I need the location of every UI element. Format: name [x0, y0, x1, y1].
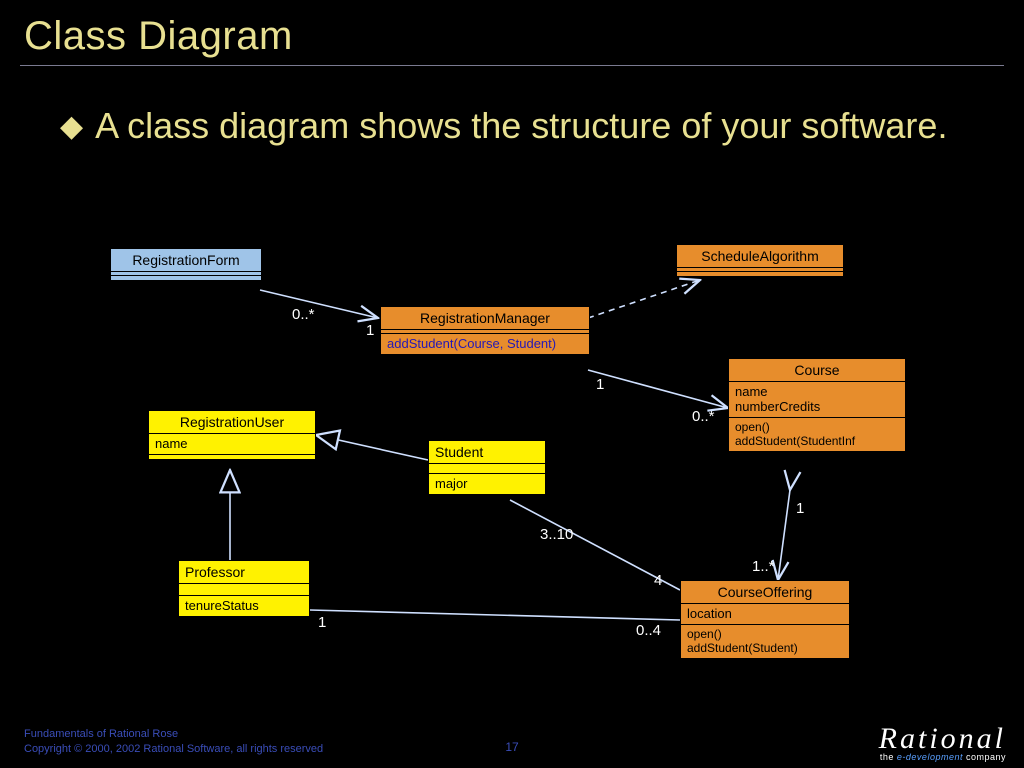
page-number: 17 — [505, 740, 518, 754]
class-professor: Professor tenureStatus — [178, 560, 310, 617]
logo-tagline: the e-development company — [879, 752, 1006, 762]
mult-prof-co-to: 0..4 — [636, 622, 661, 639]
class-registration-manager: RegistrationManager addStudent(Course, S… — [380, 306, 590, 355]
class-attr: name — [149, 434, 315, 455]
mult-rf-rm-to: 1 — [366, 322, 374, 339]
mult-rm-course-from: 1 — [596, 376, 604, 393]
class-name: Course — [729, 359, 905, 382]
class-name: RegistrationManager — [381, 307, 589, 330]
class-name: RegistrationUser — [149, 411, 315, 434]
footer-line2: Copyright © 2000, 2002 Rational Software… — [24, 742, 323, 756]
logo-brand: Rational — [879, 722, 1006, 756]
class-student: Student major — [428, 440, 546, 495]
mult-course-co-to: 1..* — [752, 558, 775, 575]
class-name: CourseOffering — [681, 581, 849, 604]
class-name: RegistrationForm — [111, 249, 261, 272]
class-schedule-algorithm: ScheduleAlgorithm — [676, 244, 844, 277]
class-ops: open() addStudent(StudentInf — [729, 418, 905, 451]
class-registration-user: RegistrationUser name — [148, 410, 316, 460]
class-registration-form: RegistrationForm — [110, 248, 262, 281]
mult-student-co: 3..10 — [540, 526, 573, 543]
class-attr: major — [429, 474, 545, 494]
mult-prof-co-from: 1 — [318, 614, 326, 631]
class-name: Professor — [179, 561, 309, 584]
class-name: ScheduleAlgorithm — [677, 245, 843, 268]
class-attr: location — [681, 604, 849, 625]
class-ops: open() addStudent(Student) — [681, 625, 849, 658]
class-course: Course name numberCredits open() addStud… — [728, 358, 906, 452]
footer-line1: Fundamentals of Rational Rose — [24, 727, 323, 741]
rational-logo: Rational the e-development company — [879, 722, 1006, 762]
mult-rf-rm-from: 0..* — [292, 306, 315, 323]
class-name: Student — [429, 441, 545, 464]
mult-co-student: 4 — [654, 572, 662, 589]
class-attr: tenureStatus — [179, 596, 309, 616]
class-diagram: RegistrationForm RegistrationManager add… — [0, 0, 1024, 768]
mult-course-co-from: 1 — [796, 500, 804, 517]
footer: Fundamentals of Rational Rose Copyright … — [24, 727, 323, 756]
mult-rm-course-to: 0..* — [692, 408, 715, 425]
class-method: addStudent(Course, Student) — [381, 334, 589, 354]
class-attr: name numberCredits — [729, 382, 905, 418]
class-course-offering: CourseOffering location open() addStuden… — [680, 580, 850, 659]
